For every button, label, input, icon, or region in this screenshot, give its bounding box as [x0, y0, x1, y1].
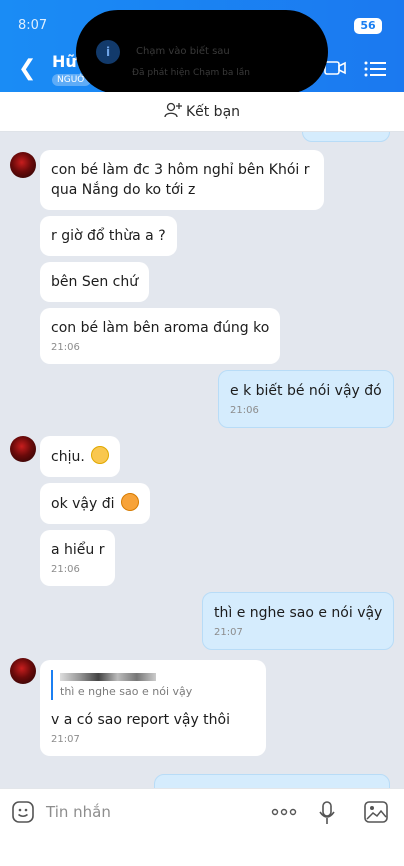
back-icon[interactable]: ❮	[18, 58, 36, 80]
message-time: 21:06	[51, 564, 80, 575]
message-text: bên Sen chứ	[51, 274, 139, 290]
message-input[interactable]: Tin nhắn	[46, 803, 111, 821]
laugh-emoji-icon	[120, 493, 139, 511]
dynamic-island-notification[interactable]: i Chạm vào biết sau Đã phát hiện Chạm ba…	[76, 10, 328, 94]
message-bubble[interactable]: chịu.	[40, 436, 121, 477]
message-bubble[interactable]: thì e nghe sao e nói vậy v a có sao repo…	[40, 660, 266, 756]
contact-name[interactable]: Hữ	[52, 52, 77, 71]
message-text: e k biết bé nói vậy đó	[230, 383, 382, 399]
quoted-message[interactable]: thì e nghe sao e nói vậy	[51, 670, 255, 700]
message-text: ok vậy đi	[51, 496, 115, 512]
contact-avatar[interactable]	[10, 436, 36, 462]
mic-icon[interactable]	[318, 801, 336, 825]
message-bubble[interactable]: ok vậy đi	[40, 483, 150, 524]
status-time: 8:07	[18, 18, 48, 33]
message-bubble[interactable]	[154, 774, 390, 788]
notification-title: Chạm vào biết sau	[136, 46, 230, 57]
add-friend-icon	[164, 102, 182, 118]
message-text: chịu.	[51, 449, 85, 465]
quoted-text: thì e nghe sao e nói vậy	[60, 685, 193, 698]
message-time: 21:06	[51, 342, 80, 353]
video-call-icon[interactable]	[324, 60, 346, 76]
message-text: a hiểu r	[51, 542, 105, 558]
message-bubble[interactable]: a hiểu r 21:06	[40, 530, 116, 586]
add-friend-bar[interactable]: Kết bạn	[0, 92, 404, 132]
message-text: con bé làm đc 3 hôm nghỉ bên Khói r	[51, 162, 310, 178]
message-bubble[interactable]: con bé làm bên aroma đúng ko 21:06	[40, 308, 281, 364]
menu-icon[interactable]	[364, 60, 386, 78]
message-text: thì e nghe sao e nói vậy	[214, 605, 383, 621]
message-time: 21:07	[51, 734, 80, 745]
message-bubble[interactable]: bên Sen chứ	[40, 262, 150, 302]
image-icon[interactable]	[364, 801, 388, 823]
quoted-sender	[60, 670, 255, 684]
message-input-bar: Tin nhắn	[0, 788, 404, 866]
battery-indicator: 56	[354, 18, 382, 34]
message-list[interactable]: con bé làm đc 3 hôm nghỉ bên Khói r qua …	[0, 132, 404, 788]
smile-emoji-icon	[91, 446, 110, 464]
message-bubble[interactable]: e k biết bé nói vậy đó 21:06	[218, 370, 394, 428]
message-text: r giờ đổ thừa a ?	[51, 228, 166, 244]
message-bubble[interactable]: thì e nghe sao e nói vậy 21:07	[202, 592, 395, 650]
contact-avatar[interactable]	[10, 658, 36, 684]
emoji-icon[interactable]	[12, 801, 34, 823]
notification-subtitle: Đã phát hiện Chạm ba lần	[132, 68, 250, 78]
message-time: 21:07	[214, 627, 243, 638]
add-friend-label: Kết bạn	[185, 104, 241, 120]
message-time: 21:06	[230, 405, 259, 416]
message-text: qua Nắng do ko tới z	[51, 182, 196, 198]
message-bubble[interactable]: con bé làm đc 3 hôm nghỉ bên Khói r qua …	[40, 150, 324, 210]
message-bubble[interactable]: r giờ đổ thừa a ?	[40, 216, 177, 256]
message-bubble[interactable]	[302, 132, 390, 142]
message-text: con bé làm bên aroma đúng ko	[51, 320, 270, 336]
message-text: v a có sao report vậy thôi	[51, 712, 230, 728]
app-logo-icon: i	[96, 40, 120, 64]
contact-avatar[interactable]	[10, 152, 36, 178]
more-icon[interactable]	[270, 803, 298, 821]
